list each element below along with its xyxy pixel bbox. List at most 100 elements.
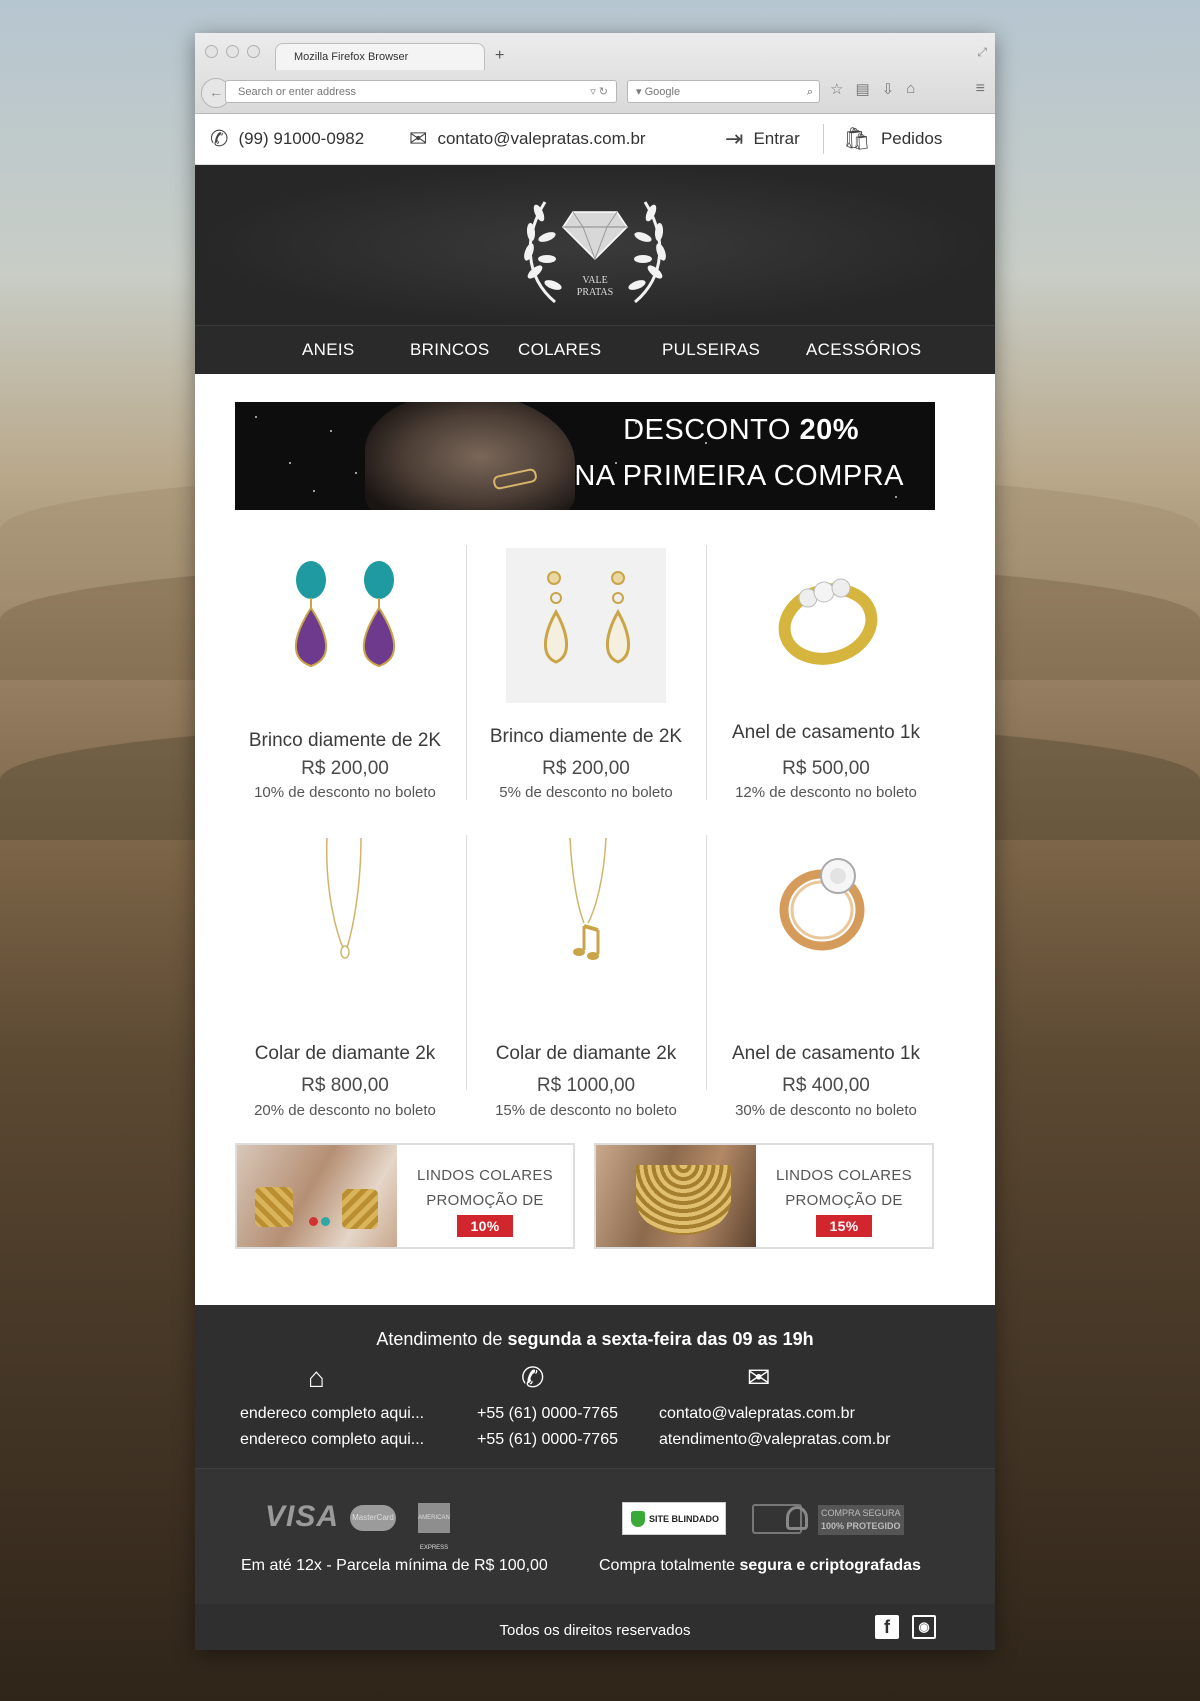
site-blindado-seal[interactable]: SITE BLINDADO <box>622 1502 726 1535</box>
product-card[interactable]: Anel de casamento 1k R$ 500,00 12% de de… <box>706 548 946 803</box>
product-card[interactable]: Anel de casamento 1k R$ 400,00 30% de de… <box>706 838 946 1119</box>
product-card[interactable]: Brinco diamente de 2K R$ 200,00 5% de de… <box>466 548 706 803</box>
main-nav: ANEIS BRINCOS COLARES PULSEIRAS ACESSÓRI… <box>195 326 995 374</box>
gold-ring-icon <box>778 578 878 665</box>
promo-line1: LINDOS COLARES <box>417 1167 553 1184</box>
nav-item-pulseiras[interactable]: PULSEIRAS <box>662 340 760 360</box>
footer-email[interactable]: contato@valepratas.com.br <box>659 1401 890 1427</box>
instagram-icon[interactable]: ◉ <box>912 1615 936 1639</box>
login-link[interactable]: ⇥ Entrar <box>725 114 800 164</box>
discount-badge: 10% <box>456 1215 514 1237</box>
promo-line2: PROMOÇÃO DE <box>426 1192 544 1209</box>
bookmark-star-icon[interactable]: ☆ <box>830 80 843 98</box>
promo-image <box>596 1145 756 1247</box>
shopping-bag-icon: 🛍 <box>843 126 871 151</box>
search-box[interactable]: ▾ Google ⌕ <box>627 80 820 103</box>
product-card[interactable]: Brinco diamente de 2K R$ 200,00 10% de d… <box>225 548 465 803</box>
phone-number: (99) 91000-0982 <box>238 129 365 148</box>
product-price: R$ 1000,00 <box>536 1075 636 1096</box>
footer-phone[interactable]: +55 (61) 0000-7765 <box>477 1427 618 1453</box>
fullscreen-icon[interactable]: ⤢ <box>977 45 987 60</box>
promo-text: LINDOS COLARES PROMOÇÃO DE 15% <box>756 1163 932 1239</box>
orders-link[interactable]: 🛍 Pedidos <box>843 114 942 164</box>
logo-text: VALE PRATAS <box>576 275 614 298</box>
address-line: endereco completo aqui... <box>240 1405 425 1422</box>
product-price: R$ 500,00 <box>782 758 870 779</box>
footer-phone[interactable]: +55 (61) 0000-7765 <box>477 1401 618 1427</box>
nav-item-acessorios[interactable]: ACESSÓRIOS <box>806 340 921 360</box>
banner-subheadline: NA PRIMEIRA COMPRA <box>574 460 904 492</box>
login-label: Entrar <box>753 129 800 148</box>
shield-icon <box>631 1511 645 1527</box>
secure-purchase-seal: COMPRA SEGURA 100% PROTEGIDO <box>752 1502 912 1535</box>
address-line: endereco completo aqui... <box>240 1431 425 1448</box>
phone-contact[interactable]: ✆ (99) 91000-0982 <box>210 114 364 164</box>
payment-section: VISA MasterCard AMERICAN EXPRESS SITE BL… <box>195 1468 995 1604</box>
amethyst-earrings-icon <box>295 561 395 668</box>
installments-text: Em até 12x - Parcela mínima de R$ 100,00 <box>241 1557 548 1574</box>
product-name[interactable]: Brinco diamente de 2K <box>466 726 706 748</box>
promo-image <box>237 1145 397 1247</box>
promo-card[interactable]: LINDOS COLARES PROMOÇÃO DE 15% <box>594 1143 934 1249</box>
lock-icon <box>786 1506 808 1530</box>
product-price: R$ 200,00 <box>542 758 630 779</box>
product-name[interactable]: Anel de casamento 1k <box>706 722 946 744</box>
product-price: R$ 400,00 <box>782 1075 870 1096</box>
mastercard-logo: MasterCard <box>350 1505 396 1531</box>
promo-banner[interactable]: DESCONTO 20% NA PRIMEIRA COMPRA <box>235 402 935 510</box>
amex-logo: AMERICAN EXPRESS <box>418 1503 450 1551</box>
music-note-necklace-icon <box>569 838 607 960</box>
service-hours: Atendimento de segunda a sexta-feira das… <box>376 1329 814 1349</box>
nav-item-aneis[interactable]: ANEIS <box>302 340 355 360</box>
product-discount: 12% de desconto no boleto <box>735 784 917 801</box>
menu-icon[interactable]: ≡ <box>976 80 985 98</box>
hand-image <box>365 402 575 510</box>
product-price: R$ 800,00 <box>301 1075 389 1096</box>
browser-tab[interactable]: Mozilla Firefox Browser <box>275 43 485 70</box>
mail-icon: ✉ <box>747 1362 771 1393</box>
product-name[interactable]: Colar de diamante 2k <box>225 1043 465 1065</box>
footer-email[interactable]: atendimento@valepratas.com.br <box>659 1427 890 1453</box>
download-icon[interactable]: ⇩ <box>882 80 895 98</box>
product-discount: 10% de desconto no boleto <box>254 784 436 801</box>
nav-item-colares[interactable]: COLARES <box>518 340 601 360</box>
home-icon[interactable]: ⌂ <box>906 80 915 98</box>
facebook-icon[interactable]: f <box>875 1615 899 1639</box>
browser-window: Mozilla Firefox Browser + ⤢ ← Search or … <box>195 33 995 1650</box>
banner-headline: DESCONTO 20% <box>623 414 859 446</box>
product-name[interactable]: Brinco diamente de 2K <box>225 730 465 752</box>
address-placeholder: Search or enter address <box>238 86 357 98</box>
address-column: ⌂ endereco completo aqui... endereco com… <box>240 1364 425 1453</box>
search-engine-dropdown-icon[interactable]: ▾ <box>636 86 642 98</box>
email-address: contato@valepratas.com.br <box>437 129 646 148</box>
product-card[interactable]: Colar de diamante 2k R$ 1000,00 15% de d… <box>466 838 706 1119</box>
nav-item-brincos[interactable]: BRINCOS <box>410 340 490 360</box>
divider <box>823 124 824 154</box>
product-price: R$ 200,00 <box>301 758 389 779</box>
phone-icon: ✆ <box>210 126 229 151</box>
promo-text: LINDOS COLARES PROMOÇÃO DE 10% <box>397 1163 573 1239</box>
phone-icon: ✆ <box>521 1362 545 1393</box>
email-contact[interactable]: ✉ contato@valepratas.com.br <box>409 114 646 164</box>
product-name[interactable]: Anel de casamento 1k <box>706 1043 946 1065</box>
logo[interactable]: VALE PRATAS <box>515 177 675 317</box>
product-card[interactable]: Colar de diamante 2k R$ 800,00 20% de de… <box>225 838 465 1119</box>
bookmarks-list-icon[interactable]: ▤ <box>855 80 869 98</box>
mail-icon: ✉ <box>409 126 428 151</box>
necklace-icon <box>325 838 362 959</box>
promo-line1: LINDOS COLARES <box>776 1167 912 1184</box>
product-name[interactable]: Colar de diamante 2k <box>466 1043 706 1065</box>
search-icon[interactable]: ⌕ <box>807 81 813 104</box>
product-discount: 15% de desconto no boleto <box>495 1102 677 1119</box>
secure-text: Compra totalmente segura e criptografada… <box>599 1557 921 1574</box>
product-discount: 30% de desconto no boleto <box>735 1102 917 1119</box>
email-column: ✉ contato@valepratas.com.br atendimento@… <box>659 1362 890 1453</box>
login-icon: ⇥ <box>725 126 744 151</box>
discount-badge: 15% <box>815 1215 873 1237</box>
new-tab-button[interactable]: + <box>495 47 504 65</box>
reload-icon[interactable]: ▿ ↻ <box>590 81 608 104</box>
promo-card[interactable]: LINDOS COLARES PROMOÇÃO DE 10% <box>235 1143 575 1249</box>
browser-toolbar: Mozilla Firefox Browser + ⤢ ← Search or … <box>195 33 995 114</box>
address-bar[interactable]: Search or enter address ▿ ↻ <box>225 80 617 103</box>
window-controls[interactable] <box>205 45 260 58</box>
